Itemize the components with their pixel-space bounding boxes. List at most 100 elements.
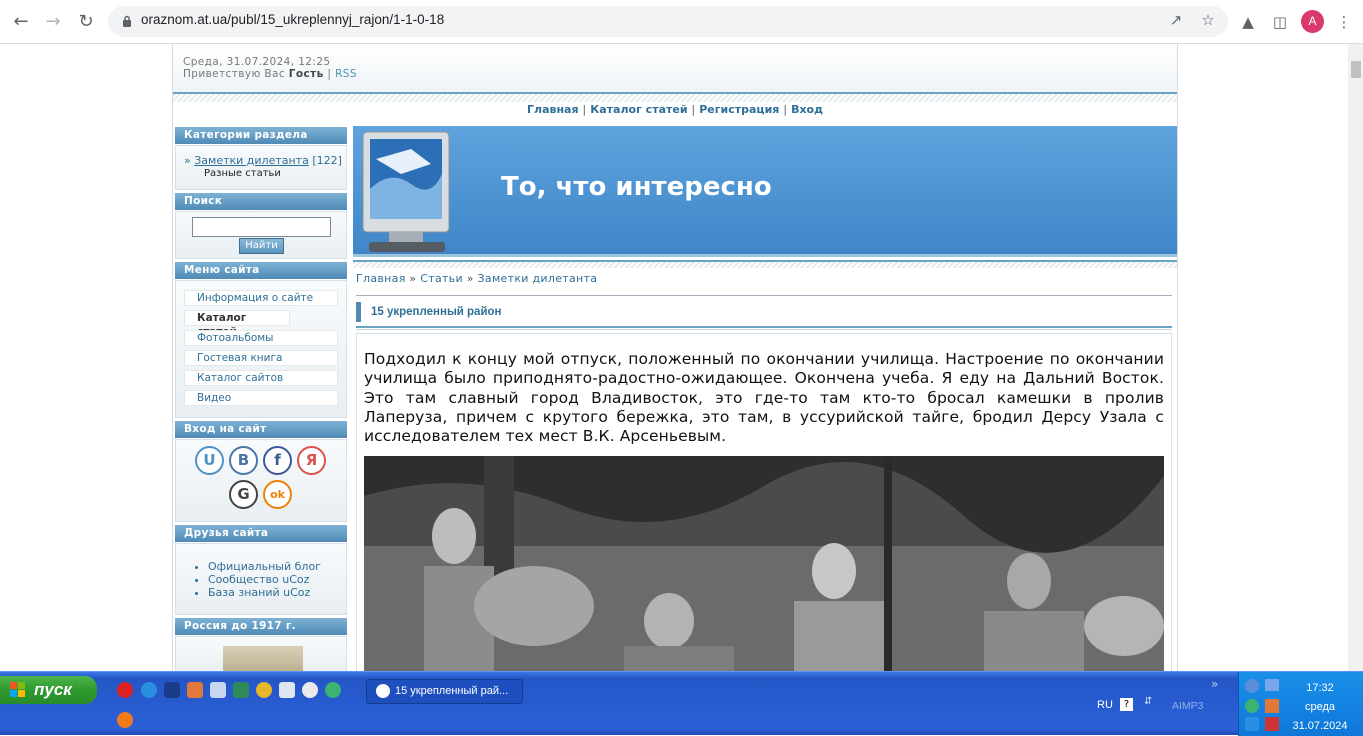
friends-title: Друзья сайта: [175, 525, 347, 542]
side-panel-icon[interactable]: ◫: [1270, 12, 1290, 32]
volume-icon[interactable]: [1265, 717, 1279, 731]
network-icon[interactable]: [1265, 679, 1279, 691]
menu-item-guestbook[interactable]: Гостевая книга: [184, 350, 338, 366]
browser-toolbar: ← → ↻ oraznom.at.ua/publ/15_ukreplennyj_…: [0, 0, 1363, 44]
excel-icon[interactable]: [233, 682, 249, 698]
article-photo[interactable]: [364, 456, 1164, 671]
download-icon[interactable]: [302, 682, 318, 698]
breadcrumb-home[interactable]: Главная: [356, 272, 406, 285]
app-icon[interactable]: [164, 682, 180, 698]
site-top-bar: Среда, 31.07.2024, 12:25 Приветствую Вас…: [173, 44, 1177, 94]
clock-time: 17:32: [1306, 682, 1334, 694]
share-icon[interactable]: ↗: [1166, 10, 1186, 30]
article-title: 15 укрепленный район: [356, 302, 1172, 322]
browser-window-icon: [376, 684, 390, 698]
more-icon[interactable]: ⋮: [1334, 12, 1354, 32]
sidebar: Категории раздела » Заметки дилетанта [1…: [173, 124, 349, 671]
yandex-login-icon[interactable]: Я: [297, 446, 326, 475]
back-icon[interactable]: ←: [8, 9, 34, 35]
breadcrumb: Главная » Статьи » Заметки дилетанта: [356, 272, 597, 285]
mail-icon[interactable]: [325, 682, 341, 698]
category-link[interactable]: Заметки дилетанта: [194, 154, 309, 167]
vertical-scrollbar[interactable]: [1348, 44, 1363, 671]
start-label: пуск: [34, 680, 72, 699]
article-text: Подходил к концу мой отпуск, положенный …: [364, 350, 1164, 446]
top-menu: Главная | Каталог статей | Регистрация |…: [173, 100, 1177, 122]
pin-icon[interactable]: ⇵: [1144, 696, 1152, 707]
breadcrumb-sep: »: [409, 272, 417, 285]
russia-title: Россия до 1917 г.: [175, 618, 347, 635]
menu-item-catalog[interactable]: Каталог статей: [184, 310, 290, 338]
friend-link-community[interactable]: Сообщество uCoz: [208, 573, 321, 586]
lock-icon: [123, 15, 131, 27]
site-menu-block: Информация о сайте Каталог статей Фотоал…: [175, 280, 347, 418]
tray-chevron[interactable]: »: [1211, 677, 1218, 691]
odnoklassniki-login-icon[interactable]: ok: [263, 480, 292, 509]
qbittorrent-icon[interactable]: [1245, 679, 1259, 693]
top-menu-register[interactable]: Регистрация: [699, 103, 779, 116]
search-button[interactable]: Найти: [239, 238, 284, 254]
friends-list: Официальный блог Сообщество uCoz База зн…: [208, 560, 321, 599]
friend-link-blog[interactable]: Официальный блог: [208, 560, 321, 573]
search-title: Поиск: [175, 193, 347, 210]
reload-icon[interactable]: ↻: [73, 9, 99, 35]
firefox-icon[interactable]: [117, 712, 133, 728]
opera-icon[interactable]: [117, 682, 133, 698]
category-count: [122]: [312, 154, 342, 167]
windows-logo-icon: [10, 682, 25, 697]
chrome-icon[interactable]: [256, 682, 272, 698]
separator: |: [582, 103, 587, 116]
rss-link[interactable]: RSS: [335, 68, 357, 80]
forward-icon[interactable]: →: [40, 9, 66, 35]
greeting-user: Гость: [288, 68, 324, 80]
search-block: Найти: [175, 211, 347, 259]
separator: |: [691, 103, 696, 116]
tray-app-icon[interactable]: [1265, 699, 1279, 713]
monitor-logo-icon: [362, 131, 450, 252]
help-icon[interactable]: ?: [1120, 698, 1133, 711]
scrollbar-thumb[interactable]: [1351, 61, 1361, 78]
clock[interactable]: 17:32 среда 31.07.2024: [1280, 679, 1360, 736]
friend-link-kb[interactable]: База знаний uCoz: [208, 586, 321, 599]
ucoz-login-icon[interactable]: U: [195, 446, 224, 475]
labs-icon[interactable]: ▲: [1238, 12, 1258, 32]
breadcrumb-sep: »: [466, 272, 474, 285]
main-content: То, что интересно Главная » Статьи » Зам…: [351, 124, 1177, 671]
facebook-login-icon[interactable]: f: [263, 446, 292, 475]
tray-bluetooth-icon[interactable]: [1245, 717, 1259, 731]
aimp-label[interactable]: AIMP3: [1172, 700, 1204, 712]
taskbar-window-button[interactable]: 15 укрепленный рай...: [366, 679, 523, 704]
login-block: U В f Я G ok: [175, 439, 347, 522]
start-button[interactable]: пуск: [0, 676, 97, 704]
web-viewport: Среда, 31.07.2024, 12:25 Приветствую Вас…: [0, 44, 1363, 671]
top-menu-home[interactable]: Главная: [527, 103, 579, 116]
paint-icon[interactable]: [187, 682, 203, 698]
menu-item-video[interactable]: Видео: [184, 390, 338, 406]
google-login-icon[interactable]: G: [229, 480, 258, 509]
star-icon[interactable]: ☆: [1198, 10, 1218, 30]
address-bar[interactable]: oraznom.at.ua/publ/15_ukreplennyj_rajon/…: [108, 6, 1228, 37]
separator: |: [327, 68, 332, 80]
menu-item-photos[interactable]: Фотоальбомы: [184, 330, 338, 346]
vk-login-icon[interactable]: В: [229, 446, 258, 475]
menu-item-site-catalog[interactable]: Каталог сайтов: [184, 370, 338, 386]
word-icon[interactable]: [210, 682, 226, 698]
categories-title: Категории раздела: [175, 127, 347, 144]
site-title: То, что интересно: [501, 172, 772, 202]
bullet-icon: »: [184, 154, 191, 167]
menu-item-info[interactable]: Информация о сайте: [184, 290, 338, 306]
media-icon[interactable]: [279, 682, 295, 698]
profile-avatar[interactable]: A: [1301, 10, 1324, 33]
divider: [356, 295, 1172, 296]
breadcrumb-category[interactable]: Заметки дилетанта: [478, 272, 598, 285]
ie-icon[interactable]: [141, 682, 157, 698]
taskbar-window-title: 15 укрепленный рай...: [395, 685, 509, 697]
russia-image[interactable]: [223, 646, 303, 671]
article-body: Подходил к концу мой отпуск, положенный …: [356, 333, 1172, 671]
language-indicator[interactable]: RU: [1097, 699, 1113, 711]
mail-agent-icon[interactable]: [1245, 699, 1259, 713]
breadcrumb-articles[interactable]: Статьи: [420, 272, 463, 285]
top-menu-catalog[interactable]: Каталог статей: [590, 103, 687, 116]
top-menu-login[interactable]: Вход: [791, 103, 823, 116]
search-input[interactable]: [192, 217, 331, 237]
